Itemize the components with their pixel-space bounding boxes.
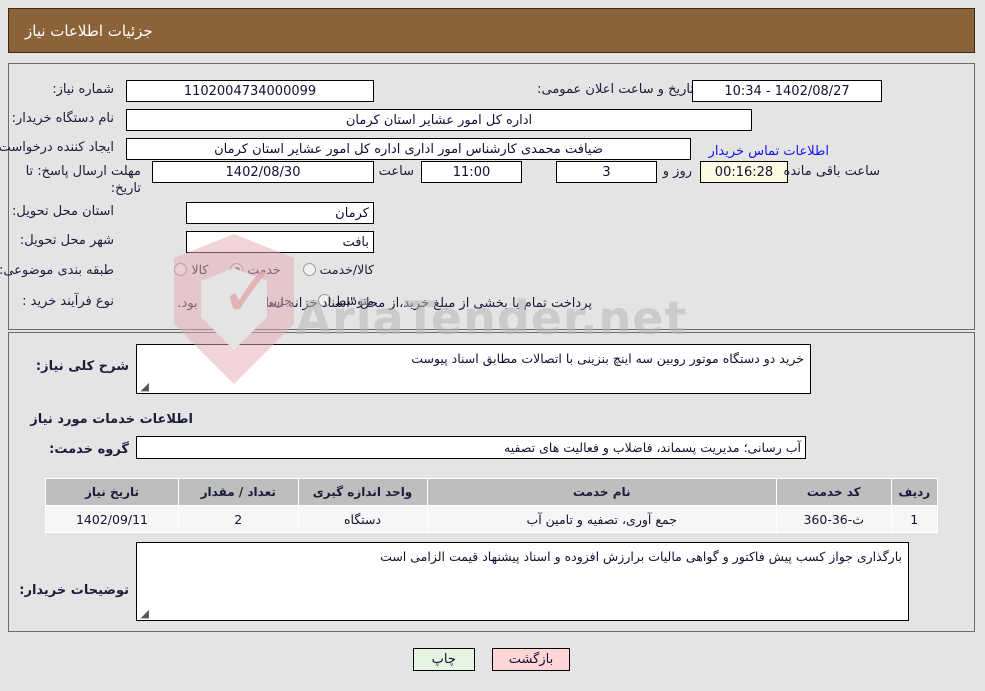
deadline-label-row: مهلت ارسال پاسخ: تا تاریخ:	[22, 162, 142, 196]
radio-icon[interactable]	[303, 263, 317, 276]
delivery-city-value: بافت	[187, 231, 375, 253]
table-header-row-no: ردیف	[891, 478, 940, 506]
buyer-notes-value: بارگذاری جواز کسب پیش فاکتور و گواهی مال…	[381, 549, 903, 564]
buyer-contact-link-label[interactable]: اطلاعات تماس خریدار	[710, 144, 830, 159]
deadline-countdown-timer: 00:16:28	[701, 161, 789, 183]
delivery-province-label: استان محل تحویل:	[13, 204, 115, 219]
deadline-days-value: 3	[557, 161, 658, 183]
deadline-time-value: 11:00	[422, 161, 523, 183]
general-desc-textarea[interactable]: خرید دو دستگاه موتور روبین سه اینچ بنزین…	[137, 344, 812, 394]
category-option-label: کالا	[192, 262, 210, 277]
deadline-remaining-label: ساعت باقی مانده	[784, 164, 881, 179]
buyer-contact-link[interactable]: اطلاعات تماس خریدار	[710, 140, 830, 159]
category-option-label: خدمت	[248, 262, 282, 277]
delivery-province-label-row: استان محل تحویل:	[13, 204, 115, 219]
cell-need-date: 1402/09/11	[46, 505, 180, 533]
category-radio-kala-khedmat[interactable]: کالا/خدمت	[303, 262, 375, 277]
cell-quantity: 2	[178, 505, 300, 533]
resize-grip-icon[interactable]: ◢	[140, 608, 150, 619]
buyer-notes-label: توضیحات خریدار:	[20, 583, 130, 598]
general-desc-value: خرید دو دستگاه موتور روبین سه اینچ بنزین…	[412, 351, 805, 366]
print-button[interactable]: چاپ	[413, 648, 476, 671]
creator-value: ضیافت محمدی کارشناس امور اداری اداره کل …	[127, 138, 692, 160]
services-table: ردیف کد خدمت نام خدمت واحد اندازه گیری ت…	[46, 478, 940, 533]
resize-grip-icon[interactable]: ◢	[140, 381, 150, 392]
deadline-label: مهلت ارسال پاسخ: تا تاریخ:	[26, 164, 142, 196]
back-button[interactable]: بازگشت	[492, 648, 572, 671]
purchase-type-note: پرداخت تمام یا بخشی از مبلغ خرید،از محل …	[178, 296, 593, 311]
announce-datetime-label: تاریخ و ساعت اعلان عمومی:	[538, 82, 695, 97]
page-header: جزئیات اطلاعات نیاز	[9, 8, 976, 53]
table-header-unit: واحد اندازه گیری	[298, 478, 429, 506]
category-radio-group[interactable]: کالا خدمت کالا/خدمت	[175, 262, 375, 277]
need-number-value: 1102004734000099	[127, 80, 375, 102]
deadline-date-value: 1402/08/30	[153, 161, 375, 183]
need-number-label: شماره نیاز:	[53, 82, 115, 97]
table-header-service-name: نام خدمت	[427, 478, 778, 506]
creator-label-row: ایجاد کننده درخواست:	[0, 140, 115, 155]
cell-service-name: جمع آوری، تصفیه و تامین آب	[427, 505, 778, 533]
purchase-type-label: نوع فرآیند خرید :	[23, 294, 115, 309]
delivery-province-value: کرمان	[187, 202, 375, 224]
category-radio-khedmat[interactable]: خدمت	[231, 262, 282, 277]
announce-datetime-label-row: تاریخ و ساعت اعلان عمومی:	[538, 82, 695, 97]
radio-icon[interactable]	[231, 263, 245, 276]
need-summary-panel	[9, 63, 976, 330]
buyer-notes-textarea[interactable]: بارگذاری جواز کسب پیش فاکتور و گواهی مال…	[137, 542, 910, 621]
footer-button-bar: بازگشت چاپ	[0, 648, 985, 671]
category-label-row: طبقه بندی موضوعی:	[0, 263, 115, 278]
need-number-label-row: شماره نیاز:	[53, 82, 115, 97]
creator-label: ایجاد کننده درخواست:	[0, 140, 115, 155]
category-radio-kala[interactable]: کالا	[175, 262, 209, 277]
buyer-org-label: نام دستگاه خریدار:	[12, 111, 115, 126]
buyer-org-value: اداره کل امور عشایر استان کرمان	[127, 109, 753, 131]
table-header-service-code: کد خدمت	[776, 478, 893, 506]
cell-row-no: 1	[891, 505, 940, 533]
page-title: جزئیات اطلاعات نیاز	[26, 21, 154, 40]
service-group-value: آب رسانی؛ مدیریت پسماند، فاضلاب و فعالیت…	[137, 436, 807, 459]
table-header-need-date: تاریخ نیاز	[46, 478, 180, 506]
table-header-quantity: تعداد / مقدار	[178, 478, 300, 506]
delivery-city-label: شهر محل تحویل:	[20, 233, 115, 248]
category-label: طبقه بندی موضوعی:	[0, 263, 115, 278]
buyer-org-label-row: نام دستگاه خریدار:	[13, 111, 115, 126]
general-desc-label: شرح کلی نیاز:	[36, 359, 130, 374]
deadline-time-label: ساعت	[379, 164, 415, 179]
deadline-days-label: روز و	[663, 164, 693, 179]
radio-icon[interactable]	[175, 263, 189, 276]
category-option-label: کالا/خدمت	[320, 262, 375, 277]
services-section-title: اطلاعات خدمات مورد نیاز	[31, 412, 194, 427]
announce-datetime-value: 1402/08/27 - 10:34	[693, 80, 883, 102]
purchase-type-label-row: نوع فرآیند خرید :	[23, 294, 115, 309]
delivery-city-label-row: شهر محل تحویل:	[21, 233, 115, 248]
table-row: 1 ث-36-360 جمع آوری، تصفیه و تامین آب دس…	[46, 505, 940, 533]
service-group-label: گروه خدمت:	[50, 442, 130, 457]
cell-unit: دستگاه	[298, 505, 429, 533]
table-header-row: ردیف کد خدمت نام خدمت واحد اندازه گیری ت…	[46, 478, 940, 506]
cell-service-code: ث-36-360	[776, 505, 893, 533]
